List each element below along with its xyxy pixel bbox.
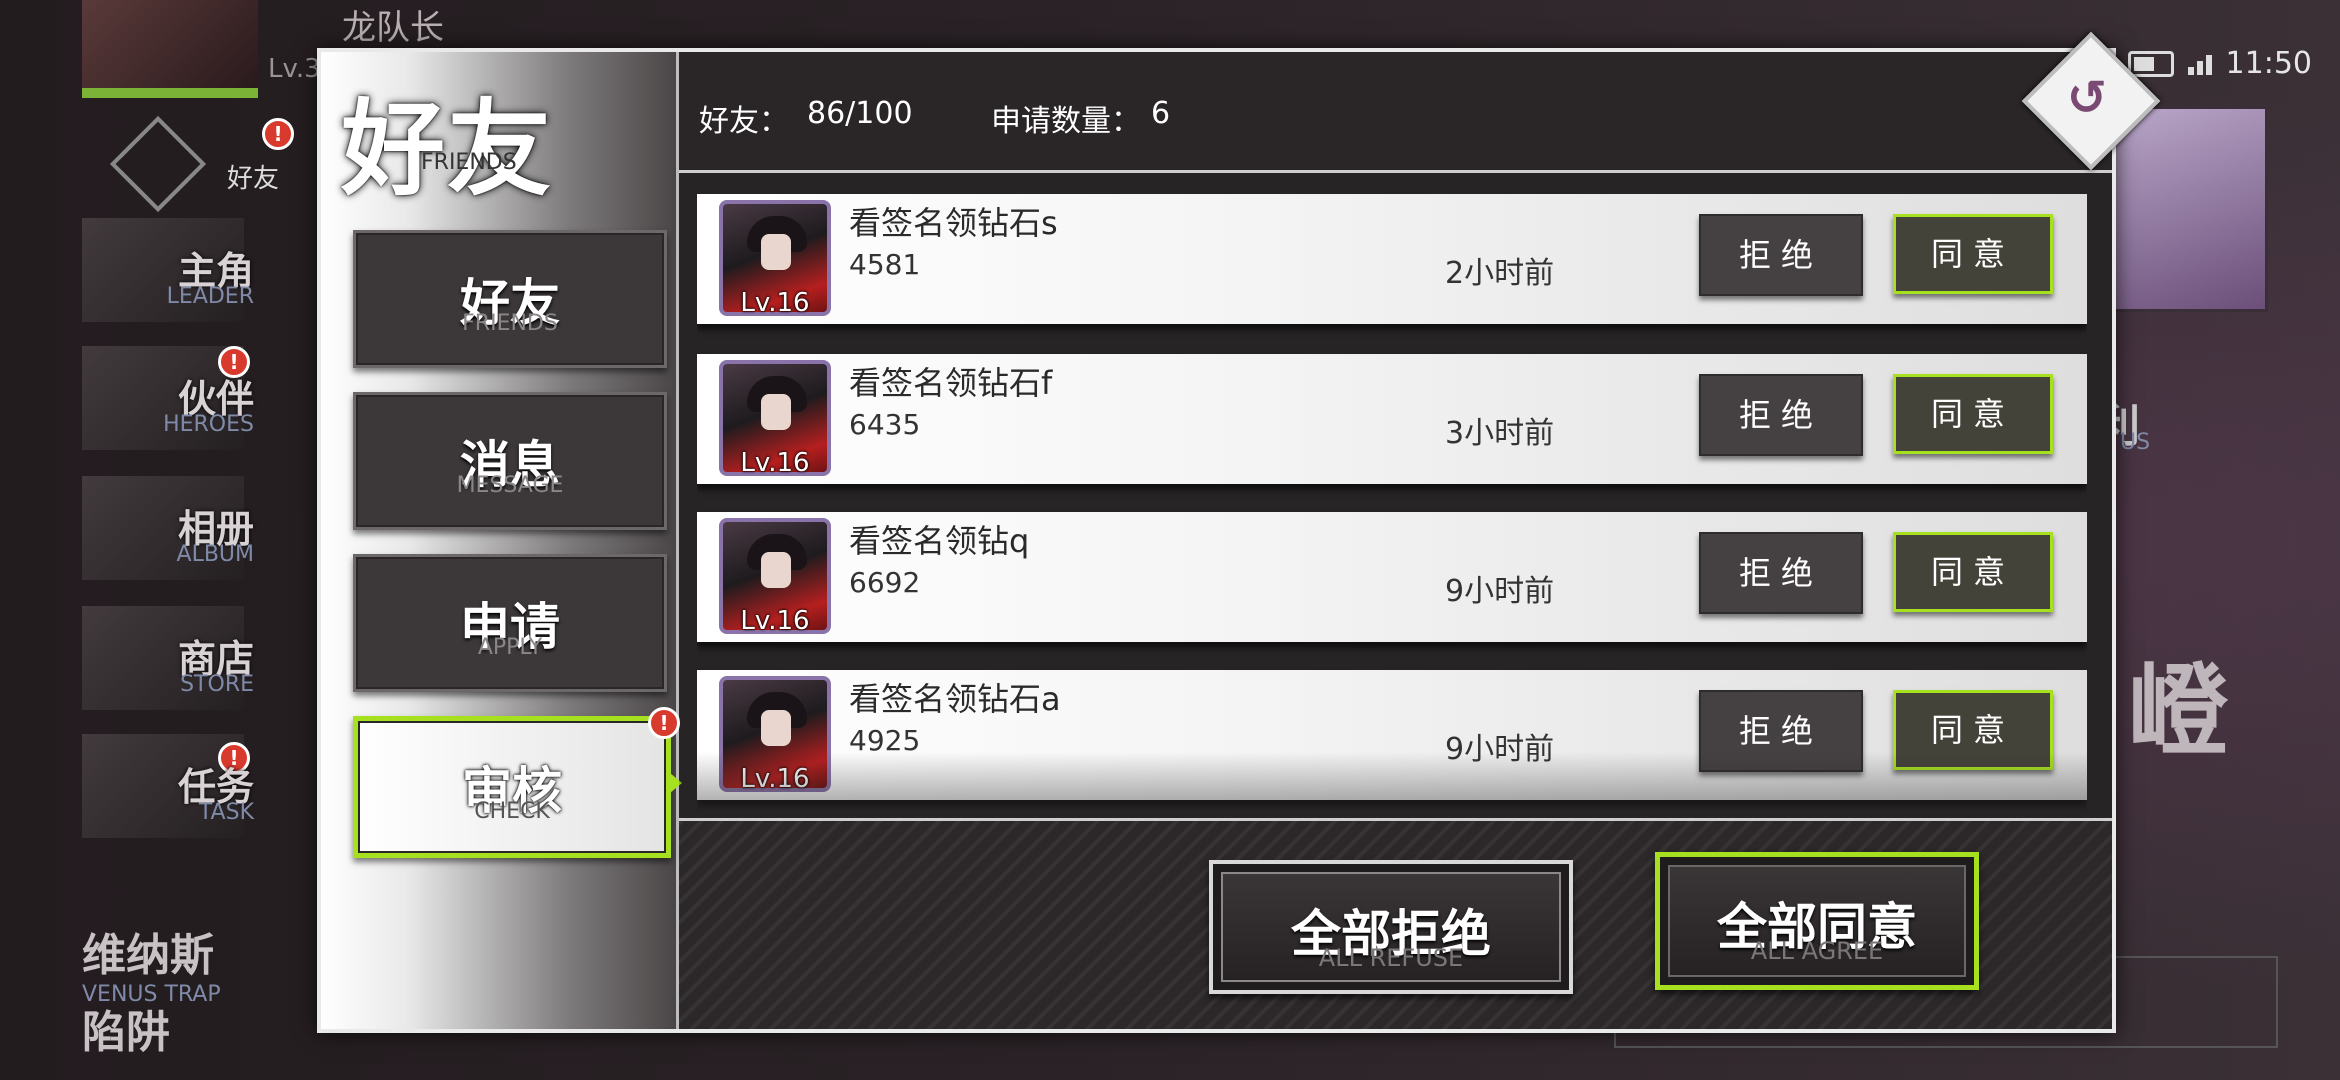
agree-button[interactable]: 同意 bbox=[1893, 532, 2053, 612]
request-name: 看签名领钻石f bbox=[849, 364, 1053, 402]
request-row: Lv.16 看签名领钻石s 4581 2小时前 拒绝 同意 bbox=[697, 194, 2087, 324]
menu-heroes[interactable]: ! 伙伴 HEROES bbox=[82, 346, 254, 450]
refuse-all-sub: ALL REFUSE bbox=[1318, 944, 1464, 972]
avatar[interactable]: Lv.16 bbox=[719, 676, 831, 794]
menu-task[interactable]: ! 任务 TASK bbox=[82, 734, 254, 838]
request-id: 4581 bbox=[849, 248, 921, 281]
minus-icon[interactable] bbox=[109, 115, 207, 213]
refuse-button[interactable]: 拒绝 bbox=[1699, 690, 1863, 772]
avatar-level: Lv.16 bbox=[740, 448, 810, 478]
tab-check-sub: CHECK bbox=[474, 799, 550, 824]
back-button[interactable]: ↺ bbox=[2021, 31, 2161, 171]
agree-all-button[interactable]: 全部同意 ALL AGREE bbox=[1655, 852, 1979, 990]
menu-album[interactable]: 相册 ALBUM bbox=[82, 476, 254, 580]
request-time: 9小时前 bbox=[1445, 574, 1555, 609]
apply-count-label: 申请数量： bbox=[991, 104, 1141, 139]
avatar-level: Lv.16 bbox=[740, 764, 810, 794]
dialog-header: 好友： 86/100 申请数量： 6 ↺ bbox=[679, 31, 2161, 173]
dialog-title: 好友 bbox=[341, 87, 554, 210]
request-name: 看签名领钻石s bbox=[849, 204, 1058, 242]
tab-friends-sub: FRIENDS bbox=[462, 311, 558, 336]
friends-count-label: 好友： bbox=[699, 104, 789, 139]
request-row: Lv.16 看签名领钻石f 6435 3小时前 拒绝 同意 bbox=[697, 354, 2087, 484]
refuse-button[interactable]: 拒绝 bbox=[1699, 374, 1863, 456]
alert-icon: ! bbox=[648, 707, 680, 739]
agree-all-sub: ALL AGREE bbox=[1750, 937, 1884, 965]
alert-icon: ! bbox=[262, 118, 294, 150]
request-row: Lv.16 看签名领钻q 6692 9小时前 拒绝 同意 bbox=[697, 512, 2087, 642]
right-big-label: 嶝 bbox=[2128, 653, 2228, 770]
tab-message-sub: MESSAGE bbox=[456, 473, 564, 498]
avatar-face bbox=[761, 234, 791, 270]
refuse-button[interactable]: 拒绝 bbox=[1699, 214, 1863, 296]
friends-shortcut-label: 好友 bbox=[226, 164, 279, 194]
menu-task-sub: TASK bbox=[198, 800, 254, 825]
avatar-face bbox=[761, 552, 791, 588]
friends-count: 86/100 bbox=[807, 96, 913, 131]
avatar[interactable]: Lv.16 bbox=[719, 518, 831, 636]
signal-icon bbox=[2187, 53, 2212, 75]
request-id: 6435 bbox=[849, 408, 921, 441]
avatar-face bbox=[761, 394, 791, 430]
friends-shortcut[interactable]: ! 好友 bbox=[222, 118, 294, 195]
request-row: Lv.16 看签名领钻石a 4925 9小时前 拒绝 同意 bbox=[697, 670, 2087, 800]
request-id: 4925 bbox=[849, 724, 921, 757]
menu-leader-sub: LEADER bbox=[166, 284, 254, 309]
request-time: 9小时前 bbox=[1445, 732, 1555, 767]
request-name: 看签名领钻石a bbox=[849, 680, 1061, 718]
event-title: 维纳斯 bbox=[82, 930, 214, 981]
tab-friends[interactable]: 好友 FRIENDS bbox=[353, 230, 667, 368]
apply-count: 6 bbox=[1151, 96, 1171, 131]
clock: 11:50 bbox=[2225, 46, 2312, 81]
menu-album-sub: ALBUM bbox=[176, 542, 254, 567]
right-menu-sub: US bbox=[2120, 430, 2151, 455]
event-title-2: 陷阱 bbox=[82, 1007, 170, 1058]
agree-button[interactable]: 同意 bbox=[1893, 690, 2053, 770]
request-name: 看签名领钻q bbox=[849, 522, 1030, 560]
menu-store[interactable]: 商店 STORE bbox=[82, 606, 254, 710]
player-level: Lv.3 bbox=[268, 54, 321, 84]
refuse-button[interactable]: 拒绝 bbox=[1699, 532, 1863, 614]
request-time: 2小时前 bbox=[1445, 256, 1555, 291]
menu-store-sub: STORE bbox=[180, 672, 254, 697]
back-arrow-icon: ↺ bbox=[2066, 70, 2108, 126]
event-banner[interactable]: 维纳斯 VENUS TRAP 陷阱 bbox=[82, 930, 302, 1059]
request-list[interactable]: Lv.16 看签名领钻石s 4581 2小时前 拒绝 同意 Lv.16 看签名领… bbox=[697, 194, 2087, 860]
tab-message[interactable]: 消息 MESSAGE bbox=[353, 392, 667, 530]
event-subtitle: VENUS TRAP bbox=[82, 982, 221, 1007]
agree-button[interactable]: 同意 bbox=[1893, 214, 2053, 294]
agree-button[interactable]: 同意 bbox=[1893, 374, 2053, 454]
dialog-sidebar: 好友 FRIENDS 好友 FRIENDS 消息 MESSAGE 申请 APPL… bbox=[321, 52, 682, 1029]
avatar-level: Lv.16 bbox=[740, 606, 810, 636]
menu-leader[interactable]: 主角 LEADER bbox=[82, 218, 254, 322]
avatar-level: Lv.16 bbox=[740, 288, 810, 318]
refuse-all-button[interactable]: 全部拒绝 ALL REFUSE bbox=[1209, 860, 1573, 994]
tab-apply[interactable]: 申请 APPLY bbox=[353, 554, 667, 692]
request-id: 6692 bbox=[849, 566, 921, 599]
request-time: 3小时前 bbox=[1445, 416, 1555, 451]
friends-dialog: 好友 FRIENDS 好友 FRIENDS 消息 MESSAGE 申请 APPL… bbox=[317, 31, 2161, 1033]
tab-apply-sub: APPLY bbox=[477, 635, 543, 660]
avatar-face bbox=[761, 710, 791, 746]
player-name: 龙队长 bbox=[342, 8, 444, 48]
avatar[interactable]: Lv.16 bbox=[719, 360, 831, 478]
player-avatar[interactable] bbox=[82, 0, 258, 98]
dialog-subtitle: FRIENDS bbox=[421, 150, 517, 175]
tab-check[interactable]: ! 审核 CHECK bbox=[353, 707, 682, 858]
avatar[interactable]: Lv.16 bbox=[719, 200, 831, 318]
menu-heroes-sub: HEROES bbox=[163, 412, 254, 437]
status-bar: 11:50 bbox=[2127, 46, 2312, 81]
